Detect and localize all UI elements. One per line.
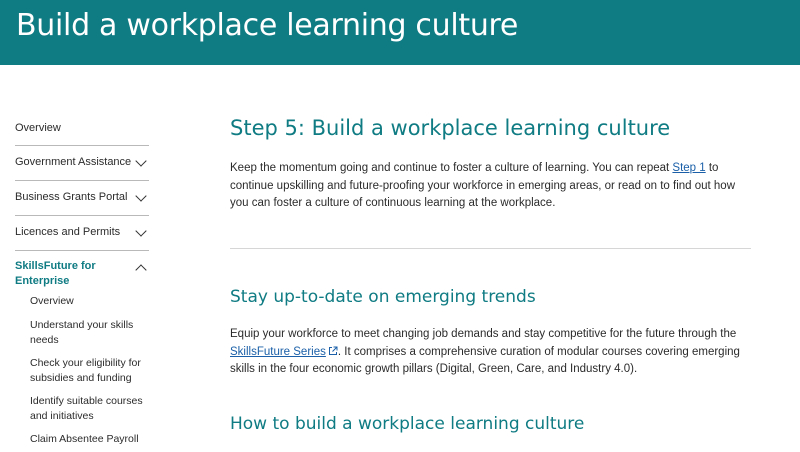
- chevron-down-icon[interactable]: [135, 225, 147, 237]
- sidebar-item-overview[interactable]: Overview: [15, 112, 149, 146]
- sidebar-item-business-grants-portal[interactable]: Business Grants Portal: [15, 181, 149, 216]
- sidebar-subitem-claim-absentee-payroll[interactable]: Claim Absentee Payroll: [30, 432, 154, 447]
- sidebar-item-label: SkillsFuture for Enterprise: [15, 260, 96, 287]
- step-1-link[interactable]: Step 1: [672, 162, 705, 174]
- step-title: Step 5: Build a workplace learning cultu…: [230, 116, 671, 140]
- sidebar-subitem-identify-courses[interactable]: Identify suitable courses and initiative…: [30, 394, 154, 424]
- sidebar-item-label: Licences and Permits: [15, 226, 121, 238]
- sidebar-item-label: Government Assistance: [15, 156, 132, 168]
- page-banner: Build a workplace learning culture: [0, 0, 800, 65]
- sidebar-item-licences-and-permits[interactable]: Licences and Permits: [15, 216, 149, 251]
- sidebar-item-label: Business Grants Portal: [15, 191, 128, 203]
- section-title-emerging-trends: Stay up-to-date on emerging trends: [230, 287, 536, 307]
- intro-paragraph: Keep the momentum going and continue to …: [230, 160, 755, 213]
- sidebar-subitem-overview[interactable]: Overview: [30, 294, 154, 309]
- intro-text-before: Keep the momentum going and continue to …: [230, 162, 673, 174]
- skillsfuture-series-link[interactable]: SkillsFuture Series: [230, 346, 326, 358]
- external-link-icon[interactable]: [328, 346, 338, 356]
- sidebar-item-government-assistance[interactable]: Government Assistance: [15, 146, 149, 181]
- section-title-how-to-build: How to build a workplace learning cultur…: [230, 414, 585, 434]
- sidebar-subitem-check-eligibility[interactable]: Check your eligibility for subsidies and…: [30, 356, 154, 386]
- sidebar-subitem-understand-skills-needs[interactable]: Understand your skills needs: [30, 318, 154, 348]
- sidebar-item-label: Overview: [15, 122, 61, 134]
- emerging-trends-paragraph: Equip your workforce to meet changing jo…: [230, 326, 755, 379]
- chevron-up-icon[interactable]: [135, 264, 147, 276]
- sidebar-item-skillsfuture-for-enterprise[interactable]: SkillsFuture for Enterprise: [15, 251, 149, 291]
- sidebar-nav: Overview Government Assistance Business …: [15, 112, 149, 445]
- section-divider: [230, 248, 751, 249]
- trends-text-before: Equip your workforce to meet changing jo…: [230, 328, 737, 340]
- banner-title: Build a workplace learning culture: [16, 8, 519, 43]
- chevron-down-icon[interactable]: [135, 155, 147, 167]
- chevron-down-icon[interactable]: [135, 190, 147, 202]
